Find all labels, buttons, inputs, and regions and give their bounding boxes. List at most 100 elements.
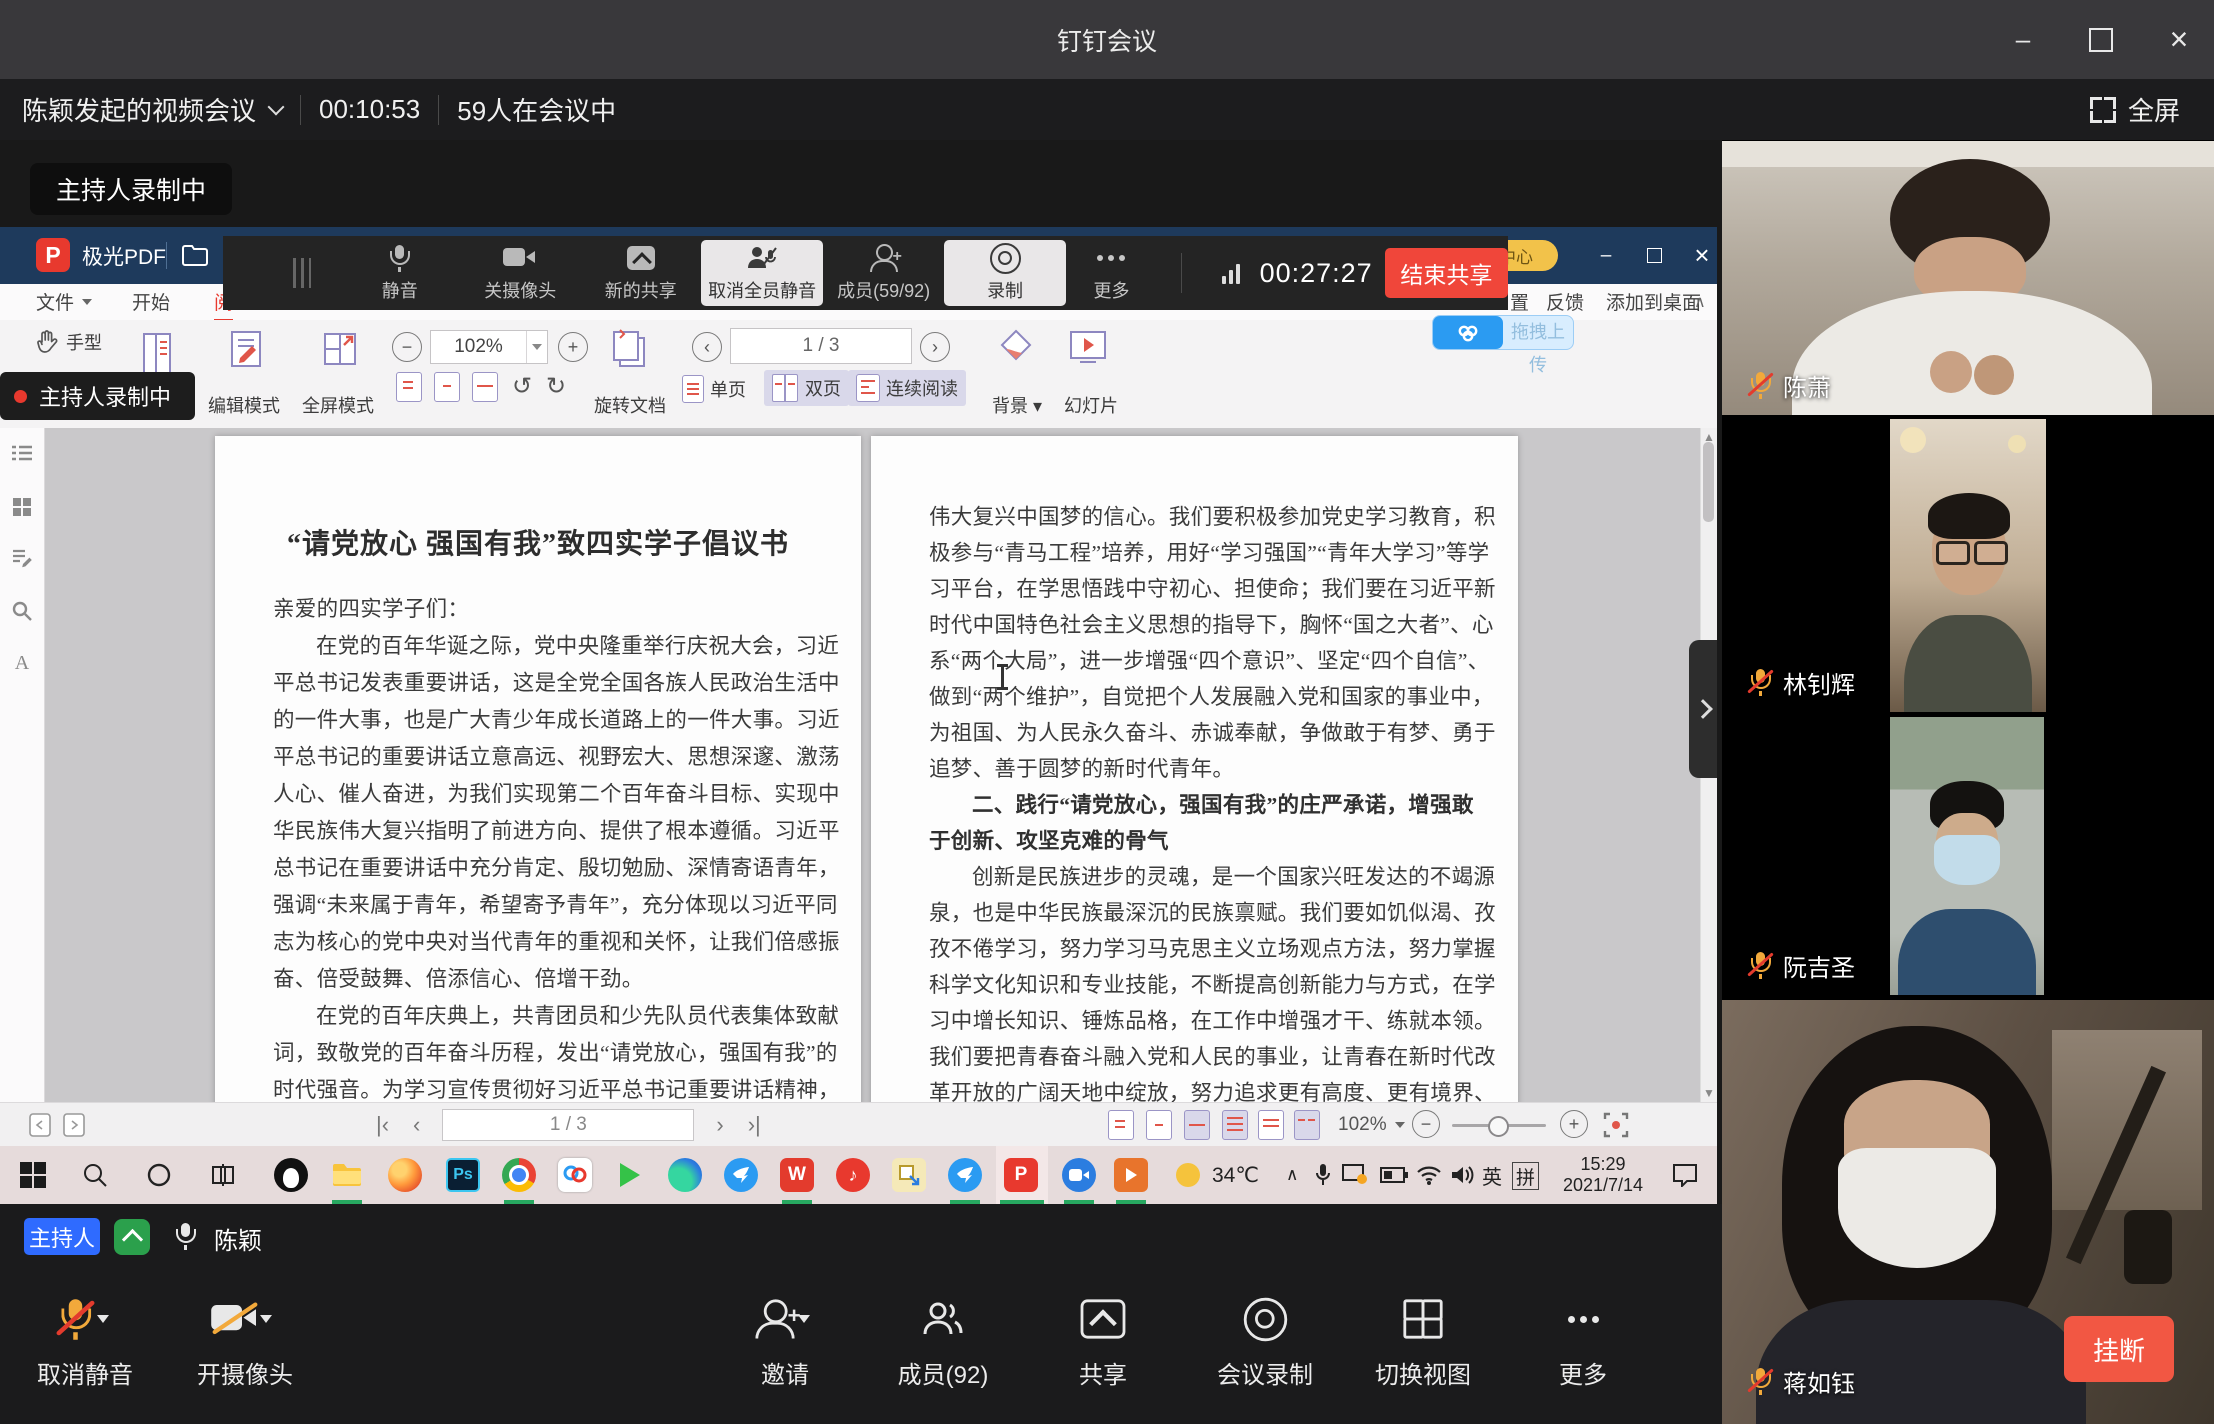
last-page-button[interactable]: ›| [748,1112,761,1138]
status-fit-page-icon[interactable] [1146,1110,1172,1140]
single-page-button[interactable]: 单页 [682,372,746,406]
unmute-button[interactable]: 取消静音 [10,1295,160,1390]
status-double-icon[interactable] [1294,1110,1320,1140]
window-close-button[interactable]: × [2144,0,2214,79]
mute-button[interactable]: 静音 [339,236,460,310]
file-explorer-icon[interactable] [330,1158,364,1192]
next-view-icon[interactable] [62,1112,86,1138]
fit-page-icon[interactable] [434,372,460,402]
actual-size-icon[interactable] [396,372,422,402]
rotate-doc-button[interactable]: 旋转文档 [606,328,652,372]
new-share-button[interactable]: 新的共享 [580,236,701,310]
rotate-right-icon[interactable]: ↻ [546,372,566,401]
unmute-all-button[interactable]: 取消全员静音 [701,240,823,306]
taskbar-temperature[interactable]: 34℃ [1212,1146,1259,1204]
wifi-icon[interactable] [1416,1163,1442,1187]
search-panel-icon[interactable] [9,598,35,624]
invite-button[interactable]: + 邀请 [710,1295,860,1390]
sidebar-collapse-button[interactable] [1689,640,1717,778]
scroll-down-icon[interactable]: ▼ [1703,1086,1715,1100]
tray-mic-icon[interactable] [1314,1163,1332,1187]
meeting-record-button[interactable]: 会议录制 [1190,1295,1340,1390]
menu-feedback[interactable]: 反馈 [1546,284,1584,319]
first-page-button[interactable]: |‹ [376,1112,389,1138]
hand-tool-button[interactable]: 手型 [36,330,58,354]
baidu-netdisk-icon[interactable] [558,1158,592,1192]
status-fit-width-icon[interactable] [1184,1110,1210,1140]
more-button[interactable]: 更多 [1508,1295,1658,1390]
language-indicator[interactable]: 英 [1482,1146,1502,1204]
meeting-title[interactable]: 陈颖发起的视频会议 [22,91,256,128]
netease-music-icon[interactable]: ♪ [836,1158,870,1192]
status-page-box[interactable]: 1 / 3 [442,1109,694,1141]
zoom-in-button[interactable]: + [558,332,588,362]
background-button[interactable]: 背景 ▾ [996,328,1036,368]
participant-video[interactable]: 阮吉圣 [1722,717,2214,995]
window-maximize-button[interactable] [2066,0,2136,79]
annotations-panel-icon[interactable] [9,546,35,572]
more-button[interactable]: 更多 [1066,236,1156,310]
slideshow-button[interactable]: 幻灯片 [1066,328,1110,368]
menu-home[interactable]: 开始 [132,284,170,319]
prev-page-button[interactable]: ‹ [413,1112,420,1138]
members-button[interactable]: 成员(92) [868,1295,1018,1390]
hang-up-button[interactable]: 挂断 [2064,1316,2174,1382]
bookmarks-panel-icon[interactable] [9,494,35,520]
status-continuous-icon[interactable] [1222,1110,1248,1140]
double-page-button[interactable]: 双页 [764,370,849,406]
photoshop-icon[interactable]: Ps [446,1158,480,1192]
prev-page-button[interactable]: ‹ [692,332,722,362]
edge-icon[interactable] [668,1158,702,1192]
wps-icon[interactable]: W [780,1158,814,1192]
participant-video[interactable]: 陈萧 [1722,141,2214,415]
scrollbar-thumb[interactable] [1703,442,1714,522]
zoom-level-box[interactable]: 102% [430,330,548,364]
volume-icon[interactable] [1450,1163,1476,1187]
next-page-button[interactable]: › [716,1112,723,1138]
menu-add-to-desktop[interactable]: 添加到桌面 [1606,284,1701,319]
edit-mode-button[interactable]: 编辑模式 [226,328,266,370]
dingtalk-icon[interactable] [724,1158,758,1192]
collapse-ribbon-icon[interactable]: ∧ [1694,284,1706,319]
start-button[interactable] [16,1158,50,1192]
zoom-slider-knob[interactable] [1488,1116,1509,1137]
pdf-minimize-button[interactable]: – [1584,227,1628,284]
next-page-button[interactable]: › [920,332,950,362]
search-icon[interactable] [78,1158,112,1192]
status-single-icon[interactable] [1258,1110,1284,1140]
pdf-close-button[interactable]: × [1680,227,1724,284]
ime-indicator[interactable]: 拼 [1512,1162,1539,1190]
camera-off-button[interactable]: 关摄像头 [460,236,581,310]
fit-width-icon[interactable] [472,372,498,402]
status-actual-size-icon[interactable] [1108,1110,1134,1140]
status-zoom-in[interactable]: + [1560,1110,1588,1138]
focus-mode-icon[interactable] [1602,1111,1630,1139]
chrome-icon[interactable] [502,1158,536,1192]
switch-view-button[interactable]: 切换视图 [1348,1295,1498,1390]
open-file-icon[interactable] [182,244,208,266]
page-indicator-box[interactable]: 1 / 3 [730,328,912,364]
taskbar-clock[interactable]: 15:29 2021/7/14 [1548,1154,1658,1196]
window-minimize-button[interactable]: – [1988,0,2058,79]
video-app-icon[interactable] [1114,1158,1148,1192]
media-player-icon[interactable] [612,1158,646,1192]
members-button[interactable]: + 成员(59/92) [823,236,944,310]
screenshot-tool-icon[interactable] [892,1158,926,1192]
participant-video[interactable]: 林钊辉 [1722,419,2214,712]
prev-view-icon[interactable] [28,1112,52,1138]
chevron-down-icon[interactable] [268,98,285,115]
menu-settings[interactable]: 置 [1510,284,1529,319]
share-button[interactable]: 共享 [1028,1295,1178,1390]
jiguang-pdf-taskbar-icon[interactable]: P [1004,1158,1038,1192]
camera-app-icon[interactable] [1062,1158,1096,1192]
hidden-icons-chevron[interactable]: ∧ [1286,1146,1298,1204]
fullscreen-button[interactable]: 全屏 [2090,79,2180,140]
fullscreen-mode-button[interactable]: 全屏模式 [320,328,360,370]
text-panel-icon[interactable]: A [9,650,35,676]
weather-icon[interactable] [1176,1163,1200,1187]
menu-file[interactable]: 文件 [36,284,92,319]
record-button[interactable]: 录制 [944,240,1066,306]
tray-display-icon[interactable] [1342,1163,1368,1187]
drag-upload-widget[interactable]: 拖拽上传 [1432,315,1574,350]
cortana-icon[interactable] [142,1158,176,1192]
